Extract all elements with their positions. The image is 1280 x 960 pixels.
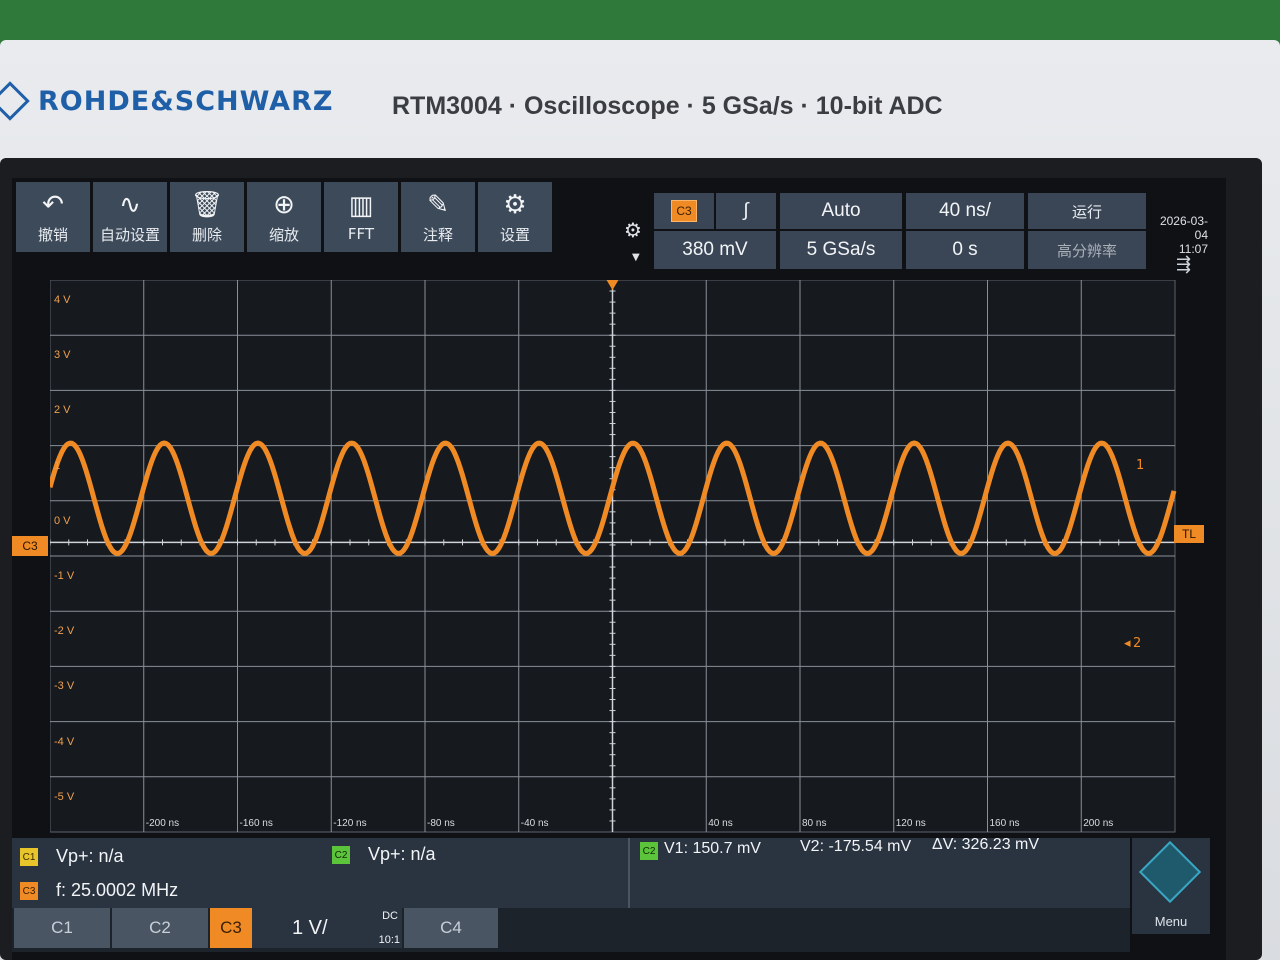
status-panel: C3 ∫ 380 mV Auto 5 GSa/s 40 ns/ 0 s 运行 高… — [654, 193, 1146, 271]
y-axis-label: 0 V — [54, 514, 71, 527]
c2-chip: C2 — [332, 846, 350, 864]
autoset-label: 自动设置 — [99, 225, 160, 244]
x-axis-label: 120 ns — [895, 818, 926, 829]
x-axis-label: 80 ns — [802, 818, 827, 829]
cursor-1-marker[interactable]: 1 — [1136, 458, 1144, 473]
y-axis-label: 3 V — [54, 349, 71, 362]
y-axis-label: 2 V — [54, 404, 71, 417]
autoset-button[interactable]: ∿ 自动设置 — [93, 182, 167, 252]
x-axis-label: -160 ns — [239, 818, 273, 829]
c2-measurement[interactable]: Vp+: n/a — [368, 844, 436, 865]
c3-probe-ratio: 10:1 — [378, 934, 400, 946]
menu-button[interactable]: Menu — [1132, 838, 1210, 934]
cursor-source-chip: C2 — [640, 842, 658, 860]
c1-button[interactable]: C1 — [14, 908, 110, 948]
c3-offset-marker[interactable]: C3 — [12, 536, 48, 556]
c3-button[interactable]: C3 — [210, 908, 252, 948]
sample-rate[interactable]: 5 GSa/s — [780, 231, 902, 269]
run-state[interactable]: 运行 — [1028, 193, 1146, 229]
y-axis-label: -2 V — [54, 625, 75, 638]
toolbar: ↶ 撤销 ∿ 自动设置 🗑 删除 ⊕ 缩放 ▥ FFT ✎ 注释 ⚙ 设置 — [16, 182, 552, 252]
undo-label: 撤销 — [37, 225, 68, 244]
horizontal-position[interactable]: 0 s — [906, 231, 1024, 269]
settings-icon: ⚙ — [503, 189, 527, 220]
x-axis-label: -40 ns — [520, 818, 549, 829]
y-axis-label: -3 V — [54, 680, 75, 693]
zoom-label: 缩放 — [268, 225, 299, 244]
rs-diamond-icon — [0, 81, 30, 121]
y-axis-label: 4 V — [54, 294, 71, 306]
c3-chip: C3 — [20, 882, 38, 900]
y-axis-label: -5 V — [54, 790, 75, 803]
measurement-divider — [628, 838, 630, 908]
c3-scale: 1 V/ — [292, 916, 328, 939]
delete-button[interactable]: 🗑 删除 — [170, 182, 244, 252]
y-axis-label: -4 V — [54, 735, 75, 748]
delete-icon: 🗑 — [190, 189, 224, 220]
annotate-button[interactable]: ✎ 注释 — [401, 182, 475, 252]
datetime: 2026-03-04 11:07 — [1150, 214, 1208, 256]
cursor-v2[interactable]: V2: -175.54 mV — [800, 838, 911, 856]
model-line: RTM3004 · Oscilloscope · 5 GSa/s · 10-bi… — [392, 92, 943, 120]
cursor-2-marker[interactable]: 2 — [1133, 636, 1141, 651]
trigger-source-cell[interactable]: C3 — [654, 193, 714, 229]
brand-logo: ROHDE&SCHWARZ — [0, 78, 333, 124]
waveform-grid[interactable] — [50, 280, 1180, 835]
autoset-icon: ∿ — [119, 189, 141, 220]
c1-chip: C1 — [20, 848, 38, 866]
rising-edge-icon: ∫ — [743, 200, 749, 221]
menu-label: Menu — [1154, 914, 1188, 929]
toolbar-caret-icon[interactable]: ▼ — [632, 252, 640, 263]
c2-button[interactable]: C2 — [112, 908, 208, 948]
c4-button[interactable]: C4 — [404, 908, 498, 948]
x-axis-label: -120 ns — [333, 818, 367, 829]
delete-label: 删除 — [191, 225, 222, 244]
undo-icon: ↶ — [42, 189, 64, 220]
cursor-2-marker-prefix: ◂ — [1124, 636, 1131, 651]
settings-button[interactable]: ⚙ 设置 — [478, 182, 552, 252]
trigger-mode[interactable]: Auto — [780, 193, 902, 229]
trigger-slope-cell[interactable]: ∫ — [716, 193, 776, 229]
settings-label: 设置 — [499, 225, 530, 244]
y-axis-label: 1 — [54, 459, 61, 472]
toolbar-gear-icon[interactable]: ⚙ — [624, 218, 642, 242]
c3-settings[interactable]: 1 V/ DC 10:1 — [252, 908, 402, 948]
trigger-level[interactable]: 380 mV — [654, 231, 776, 269]
annotate-label: 注释 — [422, 225, 453, 244]
zoom-button[interactable]: ⊕ 缩放 — [247, 182, 321, 252]
x-axis-label: 200 ns — [1083, 818, 1114, 829]
undo-button[interactable]: ↶ 撤销 — [16, 182, 90, 252]
cursor-v1[interactable]: V1: 150.7 mV — [664, 840, 761, 858]
x-axis-label: 40 ns — [708, 818, 733, 829]
c3-coupling: DC — [382, 910, 398, 922]
annotate-icon: ✎ — [427, 189, 449, 220]
x-axis-label: 160 ns — [989, 818, 1020, 829]
fft-icon: ▥ — [348, 191, 374, 221]
zoom-icon: ⊕ — [273, 189, 295, 220]
trigger-level-marker[interactable]: TL — [1174, 525, 1204, 543]
usb-icon: ⇶ — [1176, 254, 1192, 275]
fft-label: FFT — [347, 225, 375, 243]
cursor-delta-v[interactable]: ΔV: 326.23 mV — [932, 836, 1039, 854]
y-axis-label: -1 V — [54, 570, 75, 582]
x-axis-label: -80 ns — [427, 818, 455, 829]
timebase[interactable]: 40 ns/ — [906, 193, 1024, 229]
c1-measurement[interactable]: Vp+: n/a — [56, 846, 124, 867]
rs-menu-icon — [1138, 840, 1202, 904]
brand-name: ROHDE&SCHWARZ — [38, 85, 334, 117]
date: 2026-03-04 — [1159, 214, 1208, 242]
c3-measurement[interactable]: f: 25.0002 MHz — [56, 880, 178, 901]
x-axis-label: -200 ns — [145, 818, 180, 829]
fft-button[interactable]: ▥ FFT — [324, 182, 398, 252]
trigger-channel-chip: C3 — [671, 200, 697, 222]
acquisition-mode[interactable]: 高分辨率 — [1028, 231, 1146, 269]
